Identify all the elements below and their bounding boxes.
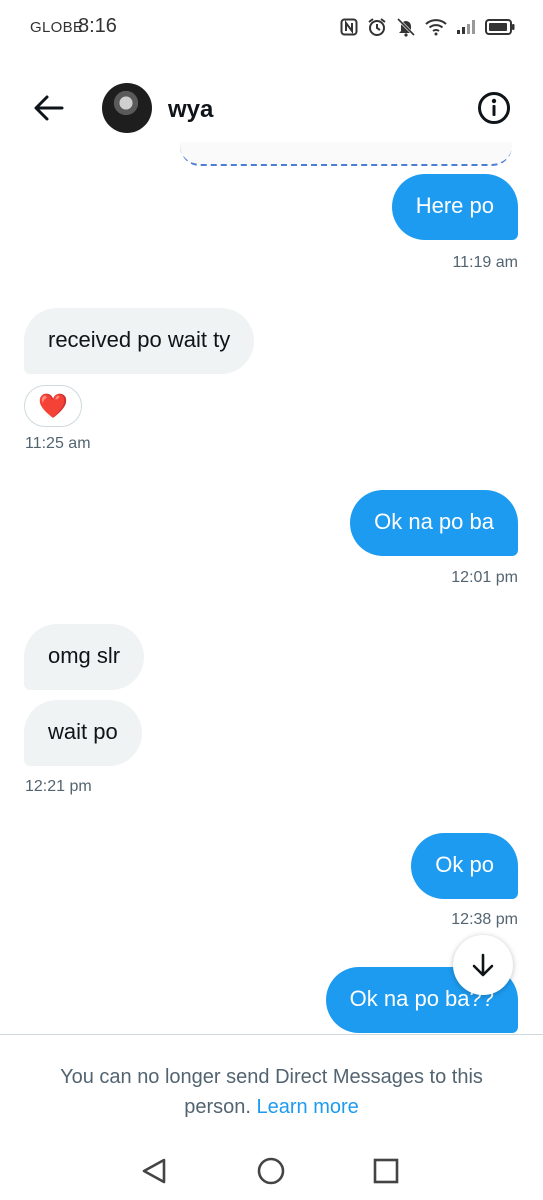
battery-icon bbox=[485, 19, 515, 40]
signal-icon bbox=[456, 19, 476, 40]
divider bbox=[0, 1034, 543, 1035]
wifi-icon bbox=[425, 18, 447, 41]
scroll-to-bottom-button[interactable] bbox=[453, 935, 513, 995]
dm-disabled-notice: You can no longer send Direct Messages t… bbox=[30, 1062, 513, 1122]
previous-attachment-edge[interactable] bbox=[180, 142, 512, 166]
nav-recents-button[interactable] bbox=[367, 1152, 405, 1190]
nav-home-button[interactable] bbox=[252, 1152, 290, 1190]
avatar[interactable] bbox=[102, 83, 152, 133]
status-bar: GLOBE 8:16 bbox=[0, 0, 543, 56]
carrier-label: GLOBE bbox=[30, 19, 84, 36]
heart-icon: ❤️ bbox=[38, 392, 68, 420]
message-outgoing[interactable]: Here po bbox=[391, 174, 518, 240]
reaction-badge[interactable]: ❤️ bbox=[24, 385, 82, 427]
conversation-title[interactable]: wya bbox=[168, 96, 213, 124]
message-outgoing[interactable]: Ok na po ba bbox=[350, 490, 518, 556]
message-outgoing[interactable]: Ok po bbox=[411, 833, 518, 899]
message-timestamp: 12:01 pm bbox=[451, 569, 518, 586]
message-timestamp: 12:21 pm bbox=[25, 778, 92, 795]
nav-back-icon bbox=[142, 1158, 166, 1184]
message-incoming[interactable]: omg slr bbox=[24, 624, 145, 690]
message-incoming[interactable]: wait po bbox=[24, 700, 142, 766]
learn-more-link[interactable]: Learn more bbox=[257, 1096, 359, 1118]
message-timestamp: 11:25 am bbox=[25, 435, 91, 452]
nav-recents-icon bbox=[373, 1158, 399, 1184]
nav-back-button[interactable] bbox=[136, 1152, 174, 1190]
info-icon bbox=[478, 92, 510, 124]
nav-home-icon bbox=[257, 1157, 285, 1185]
message-incoming[interactable]: received po wait ty bbox=[24, 308, 255, 374]
nfc-icon bbox=[340, 18, 358, 41]
alarm-icon bbox=[367, 17, 387, 42]
arrow-down-icon bbox=[472, 953, 494, 977]
status-time: 8:16 bbox=[78, 15, 117, 37]
status-icons bbox=[340, 17, 515, 42]
message-timestamp: 12:38 pm bbox=[451, 911, 518, 928]
message-timestamp: 11:19 am bbox=[452, 254, 518, 271]
back-arrow-icon bbox=[34, 95, 64, 121]
conversation-info-button[interactable] bbox=[477, 91, 511, 125]
mute-bell-icon bbox=[396, 17, 416, 42]
back-button[interactable] bbox=[28, 87, 70, 129]
